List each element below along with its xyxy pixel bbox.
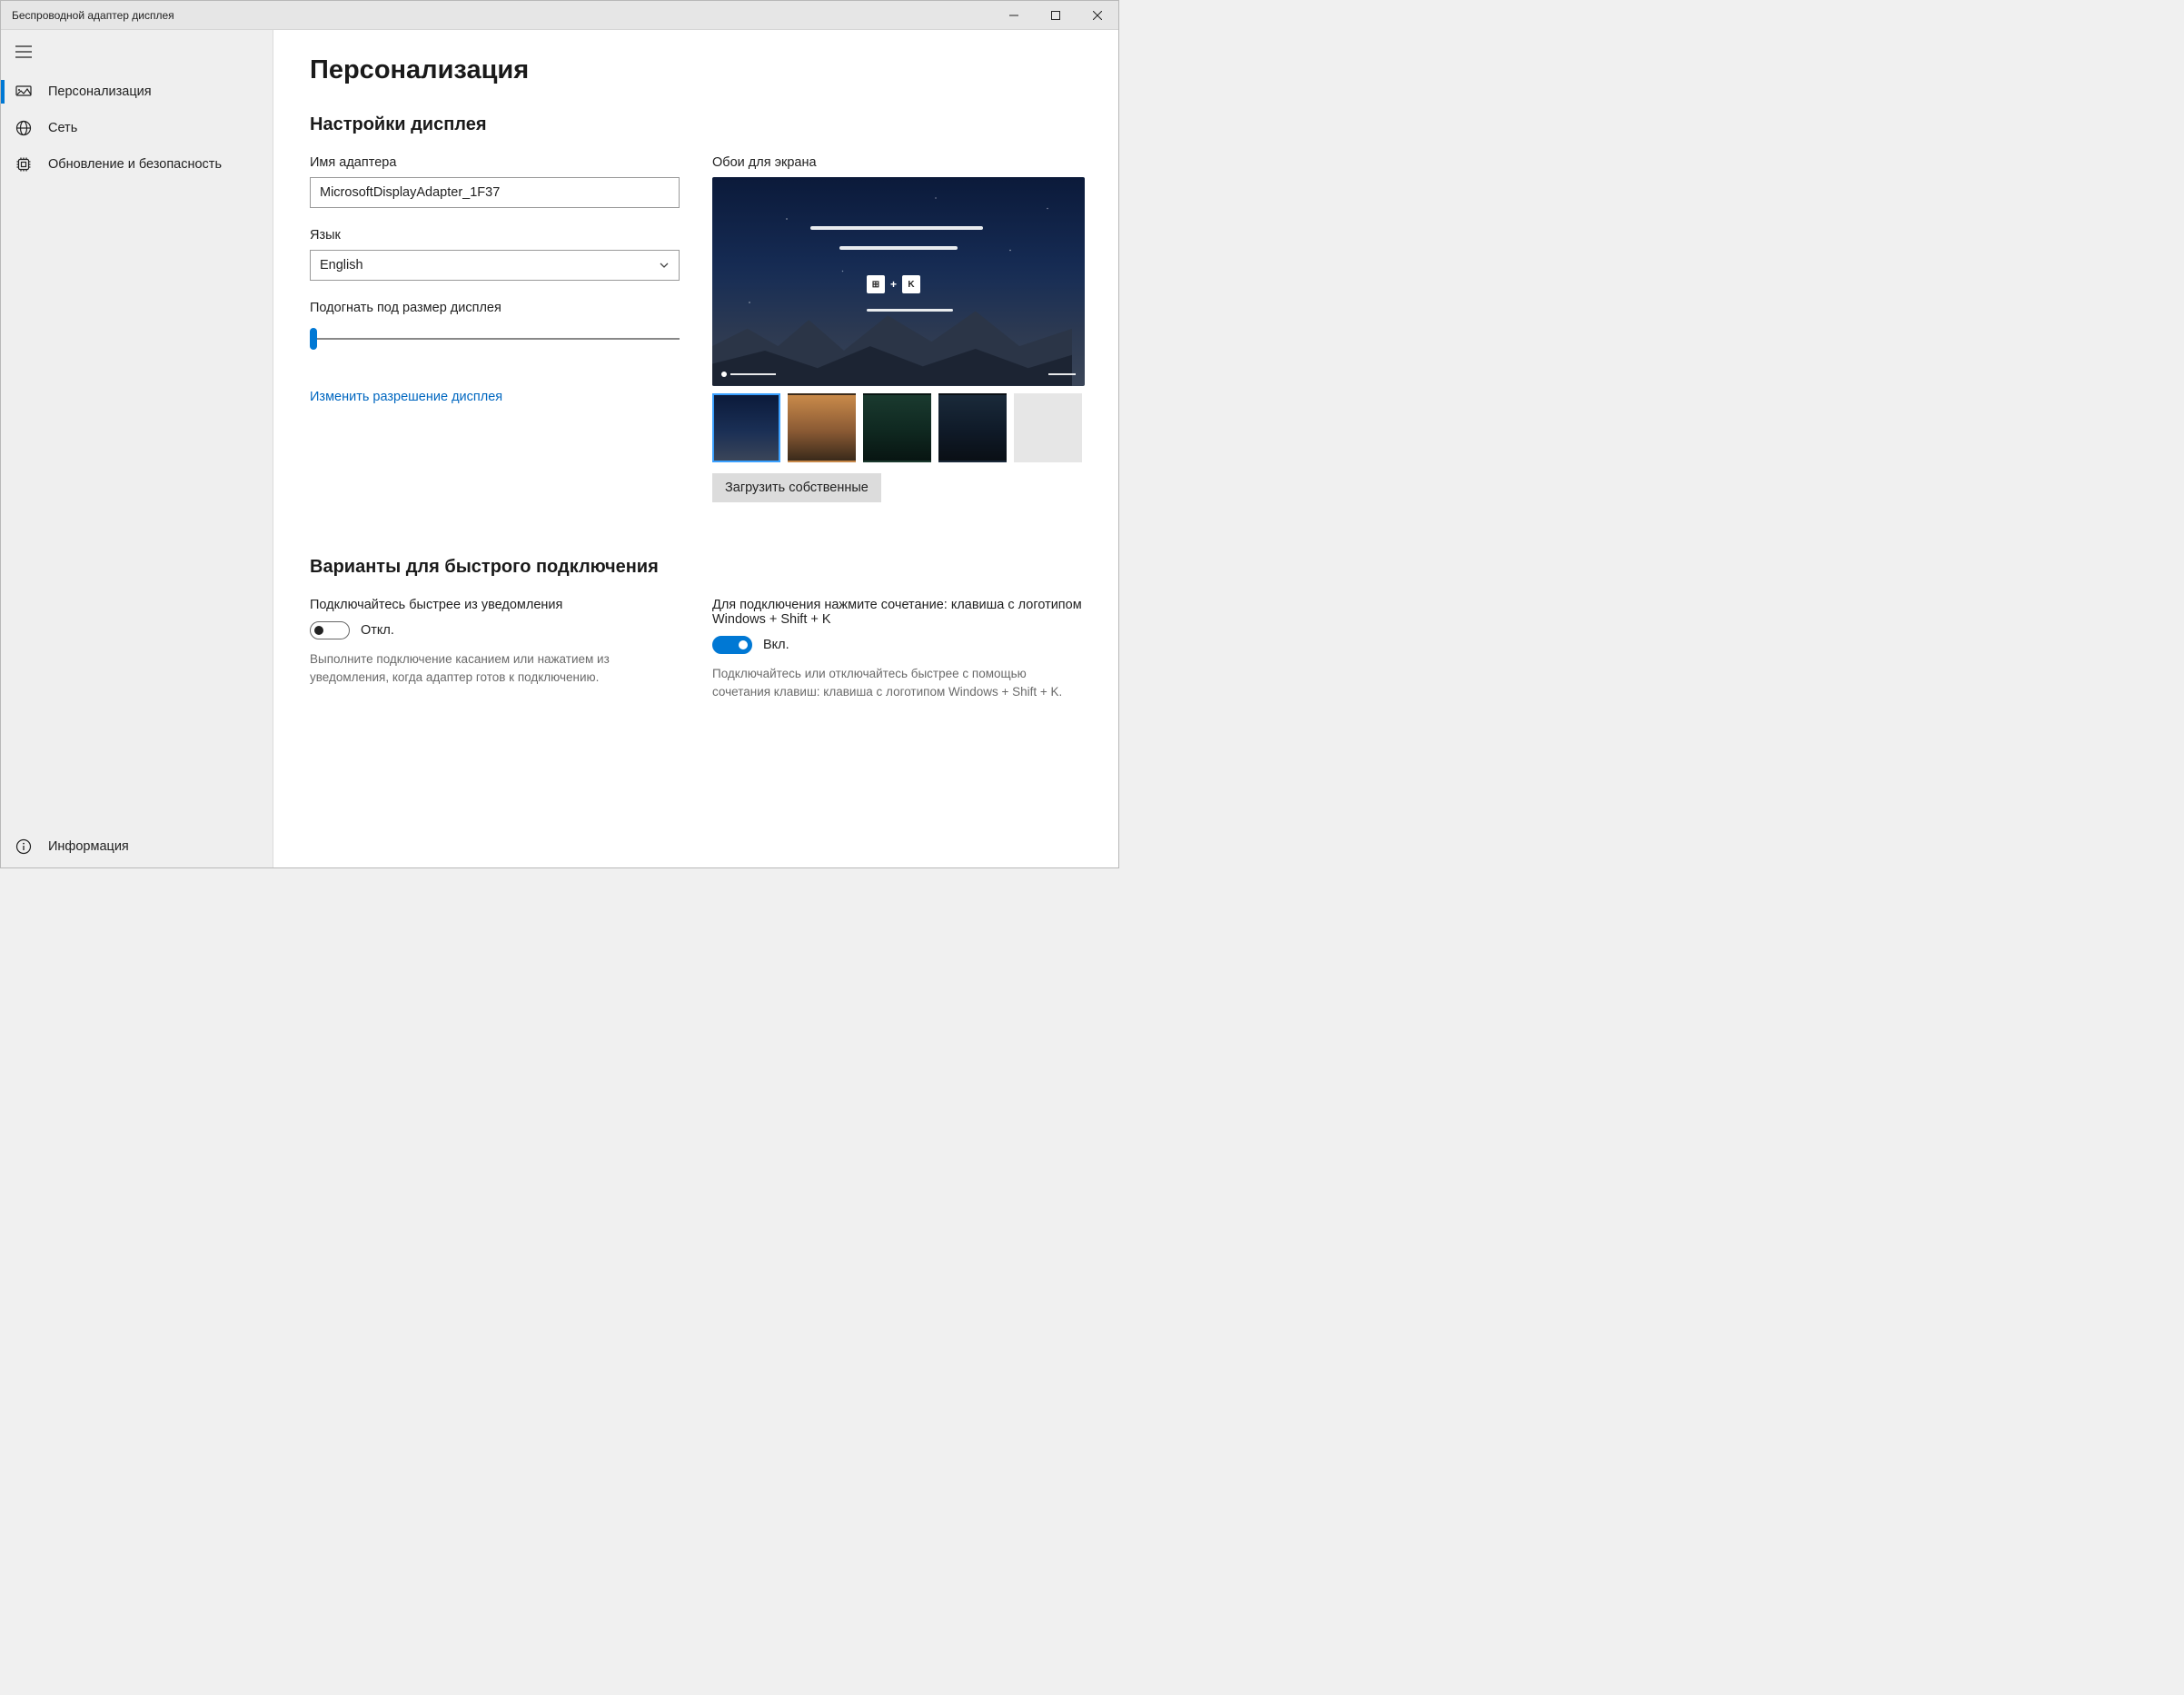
nav-item-personalization[interactable]: Персонализация [1,74,273,110]
quick-connect-heading: Варианты для быстрого подключения [310,557,1082,578]
window-controls [993,1,1118,29]
language-label: Язык [310,228,680,243]
nav-list: Персонализация Сеть Обновление и безопас… [1,74,273,826]
display-settings-heading: Настройки дисплея [310,114,1082,135]
change-resolution-link[interactable]: Изменить разрешение дисплея [310,390,502,404]
hotkey-quick-connect-state: Вкл. [763,638,789,652]
upload-wallpaper-button[interactable]: Загрузить собственные [712,473,881,502]
nav-item-label: Персонализация [48,84,152,99]
nav-item-info[interactable]: Информация [1,826,273,867]
fit-display-slider[interactable] [310,338,680,340]
notif-quick-connect-label: Подключайтесь быстрее из уведомления [310,598,680,612]
wallpaper-thumb-3[interactable] [863,393,931,462]
language-value: English [320,258,363,273]
language-select[interactable]: English [310,250,680,281]
wallpaper-thumb-1[interactable] [712,393,780,462]
notif-quick-connect-toggle[interactable] [310,621,350,639]
window-title: Беспроводной адаптер дисплея [12,9,993,22]
fit-display-label: Подогнать под размер дисплея [310,301,680,315]
minimize-button[interactable] [993,1,1035,29]
wallpaper-thumbnails [712,393,1082,462]
k-key-icon: K [902,275,920,293]
chevron-down-icon [659,260,670,271]
maximize-button[interactable] [1035,1,1077,29]
hotkey-quick-connect-label: Для подключения нажмите сочетание: клави… [712,598,1082,627]
wallpaper-thumb-4[interactable] [938,393,1007,462]
hamburger-icon [15,45,32,58]
globe-icon [15,120,32,136]
hotkey-quick-connect-helper: Подключайтесь или отключайтесь быстрее с… [712,665,1082,700]
hotkey-quick-connect-toggle[interactable] [712,636,752,654]
notif-quick-connect-helper: Выполните подключение касанием или нажат… [310,650,680,686]
notif-quick-connect-state: Откл. [361,623,394,638]
nav-item-update-security[interactable]: Обновление и безопасность [1,146,273,183]
nav-item-label: Сеть [48,121,77,135]
nav-item-network[interactable]: Сеть [1,110,273,146]
plus-icon: + [890,278,897,291]
nav-item-label: Информация [48,839,129,854]
wallpaper-label: Обои для экрана [712,155,1082,170]
personalize-icon [15,84,32,100]
app-window: Беспроводной адаптер дисплея [0,0,1119,868]
adapter-name-input[interactable] [310,177,680,208]
wallpaper-pagination [721,372,776,377]
wallpaper-preview[interactable]: ⊞ + K [712,177,1085,386]
main-content: Персонализация Настройки дисплея Имя ада… [273,30,1118,867]
page-title: Персонализация [310,55,1082,85]
adapter-name-label: Имя адаптера [310,155,680,170]
wallpaper-thumb-2[interactable] [788,393,856,462]
sidebar: Персонализация Сеть Обновление и безопас… [1,30,273,867]
hamburger-button[interactable] [1,30,273,74]
chip-icon [15,156,32,173]
close-button[interactable] [1077,1,1118,29]
info-icon [15,838,32,855]
title-bar: Беспроводной адаптер дисплея [1,1,1118,30]
windows-key-icon: ⊞ [867,275,885,293]
wallpaper-thumb-blank[interactable] [1014,393,1082,462]
nav-item-label: Обновление и безопасность [48,157,222,172]
